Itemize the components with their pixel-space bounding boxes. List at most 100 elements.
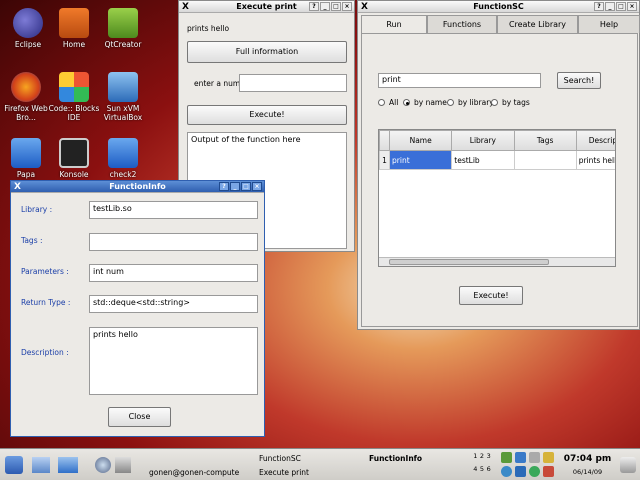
tab-help[interactable]: Help xyxy=(578,15,640,33)
qtcreator-icon xyxy=(108,8,138,38)
row-number: 1 xyxy=(379,150,391,170)
functioninfo-titlebar[interactable]: X FunctionInfo ? _ □ × xyxy=(11,181,264,193)
task-functionsc[interactable]: FunctionSC xyxy=(245,452,350,466)
parameters-label: Parameters : xyxy=(21,267,69,276)
maximize-icon[interactable]: □ xyxy=(616,2,626,11)
close-icon[interactable]: × xyxy=(252,182,262,191)
description-field[interactable]: prints hello xyxy=(89,327,258,395)
cell-description[interactable]: prints hello xyxy=(575,150,615,170)
num-input[interactable] xyxy=(239,74,347,92)
close-icon[interactable]: × xyxy=(627,2,637,11)
tray-printer-icon[interactable] xyxy=(529,452,540,463)
folder-icon xyxy=(11,138,41,168)
parameters-field[interactable]: int num xyxy=(89,264,258,282)
row-number-header xyxy=(379,130,391,151)
desktop-icon-virtualbox[interactable]: Sun xVM VirtualBox xyxy=(95,72,151,122)
cell-library[interactable]: testLib xyxy=(451,150,515,170)
column-header-tags[interactable]: Tags xyxy=(513,130,577,151)
pager-desktop-2[interactable]: 2 xyxy=(479,452,486,465)
task-label: FunctionInfo xyxy=(369,454,423,463)
window-title: Execute print xyxy=(236,2,297,11)
column-header-library[interactable]: Library xyxy=(451,130,515,151)
window-title: FunctionSC xyxy=(473,2,524,11)
task-execute-print[interactable]: Execute print xyxy=(245,466,350,480)
clock-time[interactable]: 07:04 pm xyxy=(560,454,615,464)
help-icon[interactable]: ? xyxy=(219,182,229,191)
run-execute-button[interactable]: Execute! xyxy=(459,286,523,305)
help-icon[interactable]: ? xyxy=(594,2,604,11)
tab-functions[interactable]: Functions xyxy=(427,15,497,33)
lock-logout-icon[interactable] xyxy=(620,457,636,473)
radio-all-label: All xyxy=(389,98,399,107)
task-terminal[interactable]: gonen@gonen-compute xyxy=(135,466,240,480)
functionsc-titlebar[interactable]: X FunctionSC ? _ □ × xyxy=(358,1,639,13)
scrollbar-thumb[interactable] xyxy=(389,259,549,265)
file-manager-icon[interactable] xyxy=(58,457,78,473)
tab-create-library[interactable]: Create Library xyxy=(497,15,578,33)
maximize-icon[interactable]: □ xyxy=(331,2,341,11)
pager-desktop-1[interactable]: 1 xyxy=(472,452,479,465)
maximize-icon[interactable]: □ xyxy=(241,182,251,191)
desktop-icon[interactable] xyxy=(32,457,50,473)
tray-network-icon[interactable] xyxy=(501,452,512,463)
tags-field[interactable] xyxy=(89,233,258,251)
radio-by-library[interactable] xyxy=(447,99,454,106)
cell-tags[interactable] xyxy=(513,150,577,170)
desktop-icon-home[interactable]: Home xyxy=(46,8,102,49)
radio-all[interactable] xyxy=(378,99,385,106)
icon-label: check2 xyxy=(109,170,137,179)
close-icon[interactable]: × xyxy=(342,2,352,11)
desktop-icon-qtcreator[interactable]: QtCreator xyxy=(95,8,151,49)
return-type-field[interactable]: std::deque<std::string> xyxy=(89,295,258,313)
desktop-icon-codeblocks[interactable]: Code:: Blocks IDE xyxy=(46,72,102,122)
execute-window-titlebar[interactable]: X Execute print ? _ □ × xyxy=(179,1,354,13)
minimize-icon[interactable]: _ xyxy=(320,2,330,11)
search-input[interactable]: print xyxy=(378,73,541,88)
pager-desktop-3[interactable]: 3 xyxy=(485,452,492,465)
table-row[interactable]: 1 print testLib prints hello xyxy=(379,150,615,170)
library-field[interactable]: testLib.so xyxy=(89,201,258,219)
radio-by-name[interactable] xyxy=(403,99,410,106)
window-title: FunctionInfo xyxy=(109,182,166,191)
desktop-icon-konsole[interactable]: Konsole xyxy=(46,138,102,179)
taskbar: FunctionSC FunctionInfo gonen@gonen-comp… xyxy=(0,448,640,480)
task-label: FunctionSC xyxy=(259,454,301,463)
window-controls: ? _ □ × xyxy=(219,182,262,191)
search-button[interactable]: Search! xyxy=(557,72,601,89)
cell-name[interactable]: print xyxy=(389,150,453,170)
radio-by-tags[interactable] xyxy=(491,99,498,106)
konqueror-icon[interactable] xyxy=(115,457,131,473)
virtualbox-icon xyxy=(108,72,138,102)
minimize-icon[interactable]: _ xyxy=(230,182,240,191)
home-icon xyxy=(59,8,89,38)
clock-date[interactable]: 06/14/09 xyxy=(560,468,615,476)
tags-label: Tags : xyxy=(21,236,43,245)
pager-desktop-4[interactable]: 4 xyxy=(472,465,479,478)
close-button[interactable]: Close xyxy=(108,407,171,427)
tray-power-icon[interactable] xyxy=(529,466,540,477)
full-information-button[interactable]: Full information xyxy=(187,41,347,63)
tab-run[interactable]: Run xyxy=(361,15,427,34)
pager-desktop-6[interactable]: 6 xyxy=(485,465,492,478)
desktop-pager[interactable]: 1 2 3 4 5 6 xyxy=(472,452,492,478)
radio-by-library-label: by library xyxy=(458,98,494,107)
tray-volume-icon[interactable] xyxy=(515,466,526,477)
browser-icon[interactable] xyxy=(95,457,111,473)
tray-clipboard-icon[interactable] xyxy=(501,466,512,477)
task-label: Execute print xyxy=(259,468,309,477)
kde-menu-icon[interactable] xyxy=(5,456,23,474)
task-functioninfo[interactable]: FunctionInfo xyxy=(355,452,460,466)
minimize-icon[interactable]: _ xyxy=(605,2,615,11)
desktop-icon-check2[interactable]: check2 xyxy=(95,138,151,179)
tray-update-icon[interactable] xyxy=(515,452,526,463)
column-header-description[interactable]: Descrip xyxy=(575,130,615,151)
functionsc-window: X FunctionSC ? _ □ × Run Functions Creat… xyxy=(357,0,640,330)
help-icon[interactable]: ? xyxy=(309,2,319,11)
tray-flag-icon[interactable] xyxy=(543,466,554,477)
execute-button[interactable]: Execute! xyxy=(187,105,347,125)
pager-desktop-5[interactable]: 5 xyxy=(479,465,486,478)
horizontal-scrollbar[interactable] xyxy=(379,257,615,266)
tray-notes-icon[interactable] xyxy=(543,452,554,463)
column-header-name[interactable]: Name xyxy=(389,130,453,151)
function-description-label: prints hello xyxy=(187,24,230,33)
